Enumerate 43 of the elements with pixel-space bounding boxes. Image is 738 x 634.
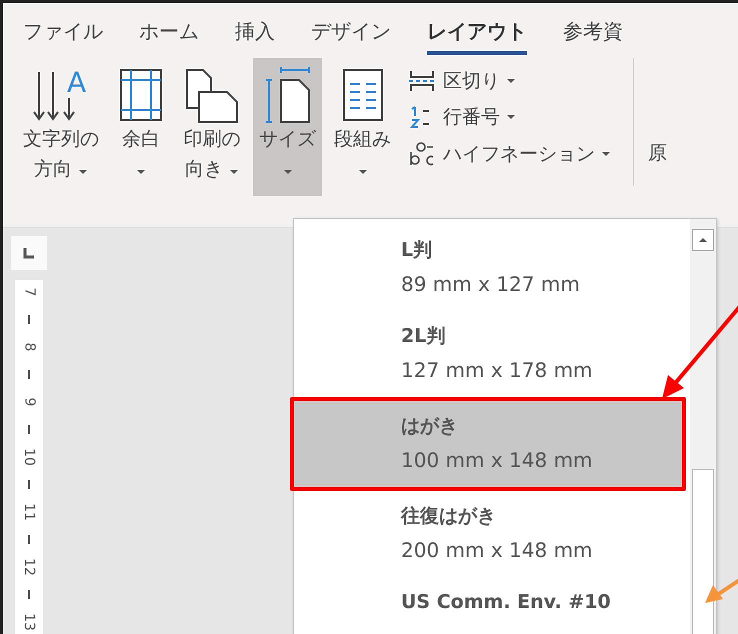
paper-size-item[interactable]: 往復はがき 200 mm x 148 mm <box>294 491 682 577</box>
breaks-icon <box>407 68 437 93</box>
caret-icon <box>506 78 516 84</box>
scroll-up-button[interactable] <box>692 229 714 251</box>
paper-size-item[interactable]: US Comm. Env. #10 <box>294 577 682 634</box>
scrollbar[interactable] <box>690 219 716 634</box>
ribbon-tab[interactable]: 参考資 <box>563 12 623 55</box>
ruler-number: 8 <box>20 342 38 352</box>
ribbon-button[interactable]: A 文字列の 方向 <box>17 58 105 196</box>
ribbon-tab[interactable]: デザイン <box>311 12 391 55</box>
caret-icon <box>136 168 146 175</box>
ribbon-tab[interactable]: ホーム <box>139 12 199 55</box>
ruler-number: 9 <box>20 398 38 406</box>
tab-selector[interactable] <box>11 236 47 270</box>
ribbon-small-button[interactable]: ハイフネーション <box>407 140 611 168</box>
ruler-number: 12 <box>20 558 38 576</box>
ruler-number: 13 <box>20 613 38 631</box>
ribbon-button[interactable]: 余白 <box>111 58 171 196</box>
ribbon-tab[interactable]: レイアウト <box>427 12 527 55</box>
ribbon-button[interactable]: 印刷の 向き <box>177 58 247 196</box>
scroll-thumb[interactable] <box>692 469 714 634</box>
ruler-number: 11 <box>20 503 38 521</box>
paper-size-item[interactable]: L判 89 mm x 127 mm <box>294 225 682 311</box>
ribbon-button[interactable]: 段組み <box>328 58 397 196</box>
ribbon-small-button[interactable]: 行番号 <box>407 104 611 130</box>
caret-icon <box>506 114 516 120</box>
ribbon-tab[interactable]: ファイル <box>23 12 103 55</box>
caret-icon <box>601 150 611 157</box>
ribbon-button[interactable]: サイズ <box>253 58 322 196</box>
caret-icon <box>78 168 88 175</box>
ruler-number: 7 <box>20 288 38 296</box>
ruler-number: 10 <box>20 448 38 466</box>
caret-icon <box>229 168 240 175</box>
ribbon-tab[interactable]: 挿入 <box>235 12 275 55</box>
left-tab-icon <box>23 247 35 259</box>
ribbon-button-label[interactable]: 原 <box>648 58 667 196</box>
caret-icon <box>282 168 292 175</box>
ribbon-small-button[interactable]: 区切り <box>407 68 611 94</box>
paper-size-item[interactable]: 2L判 127 mm x 178 mm <box>294 311 682 397</box>
caret-icon <box>358 168 368 175</box>
paper-size-item[interactable]: はがき 100 mm x 148 mm <box>294 401 682 487</box>
up-arrow-icon <box>698 237 708 243</box>
annotation-arrow <box>705 577 738 603</box>
